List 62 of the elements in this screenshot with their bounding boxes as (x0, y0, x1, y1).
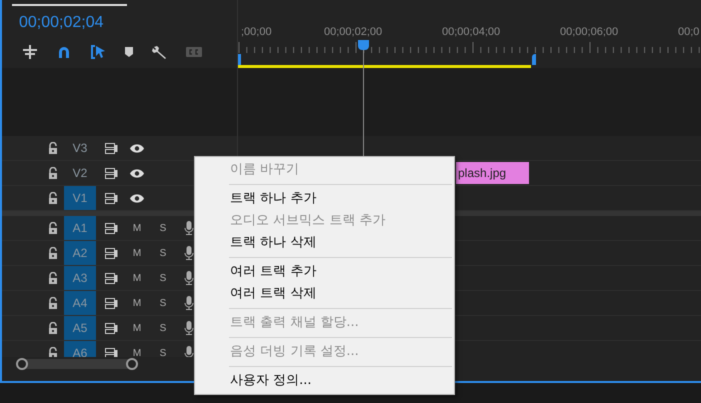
solo-toggle[interactable]: S (160, 298, 166, 308)
lock-icon[interactable] (48, 272, 58, 284)
ruler-time-label: 00;00;02;00 (324, 26, 382, 38)
lock-icon[interactable] (48, 192, 58, 204)
ruler-time-label: 00;0 (678, 26, 700, 38)
mute-toggle[interactable]: M (132, 222, 142, 234)
solo-toggle[interactable]: S (160, 248, 166, 258)
menu-item[interactable]: 여러 트랙 추가 (195, 261, 454, 283)
horizontal-scrollbar[interactable] (16, 359, 136, 369)
lock-icon[interactable] (48, 322, 58, 334)
ruler-time-label: 00;00;06;00 (560, 26, 618, 38)
microphone-icon[interactable] (184, 221, 194, 235)
mute-toggle[interactable]: M (132, 298, 142, 308)
microphone-icon[interactable] (184, 296, 194, 310)
mute-toggle[interactable]: M (132, 348, 142, 357)
lock-icon[interactable] (48, 142, 58, 154)
eye-icon[interactable] (130, 168, 144, 178)
menu-item[interactable]: 트랙 하나 삭제 (195, 232, 454, 254)
timecode[interactable]: 00;00;02;04 (19, 14, 237, 32)
microphone-icon[interactable] (184, 246, 194, 260)
magnet-icon[interactable] (56, 45, 72, 59)
lock-icon[interactable] (48, 247, 58, 259)
solo-toggle[interactable]: S (160, 222, 166, 234)
sync-lock-icon[interactable] (104, 142, 118, 154)
sync-lock-icon[interactable] (104, 322, 118, 334)
clip[interactable]: plash.jpg (456, 162, 529, 184)
playhead-handle[interactable] (358, 40, 369, 50)
in-point-marker[interactable] (238, 54, 241, 65)
insert-sequence-icon[interactable] (22, 45, 38, 59)
linked-selection-icon[interactable] (90, 45, 106, 59)
track-name[interactable]: V2 (64, 161, 96, 185)
lock-icon[interactable] (48, 167, 58, 179)
mute-toggle[interactable]: M (132, 248, 142, 258)
lock-icon[interactable] (48, 297, 58, 309)
marker-icon[interactable] (124, 46, 134, 58)
ruler-time-label: ;00;00 (241, 26, 272, 38)
track-name[interactable]: V3 (64, 136, 96, 160)
eye-icon[interactable] (130, 194, 144, 202)
wrench-icon[interactable] (152, 44, 168, 60)
lock-icon[interactable] (48, 222, 58, 234)
microphone-icon[interactable] (184, 321, 194, 335)
sync-lock-icon[interactable] (104, 168, 118, 178)
sync-lock-icon[interactable] (104, 222, 118, 234)
menu-item[interactable]: 트랙 하나 추가 (195, 188, 454, 210)
sync-lock-icon[interactable] (104, 192, 118, 204)
mute-toggle[interactable]: M (132, 322, 142, 334)
solo-toggle[interactable]: S (160, 322, 166, 334)
sync-lock-icon[interactable] (104, 248, 118, 258)
microphone-icon[interactable] (184, 271, 194, 285)
microphone-icon[interactable] (184, 346, 194, 357)
eye-icon[interactable] (130, 144, 144, 152)
sync-lock-icon[interactable] (104, 348, 118, 357)
sync-lock-icon[interactable] (104, 298, 118, 308)
out-point-marker[interactable] (532, 54, 536, 65)
lock-icon[interactable] (48, 347, 58, 357)
mute-toggle[interactable]: M (132, 272, 142, 284)
solo-toggle[interactable]: S (160, 272, 166, 284)
solo-toggle[interactable]: S (160, 348, 166, 357)
menu-item[interactable]: 여러 트랙 삭제 (195, 283, 454, 305)
sync-lock-icon[interactable] (104, 272, 118, 284)
ruler-time-label: 00;00;04;00 (442, 26, 500, 38)
menu-item[interactable]: 사용자 정의... (195, 370, 454, 392)
